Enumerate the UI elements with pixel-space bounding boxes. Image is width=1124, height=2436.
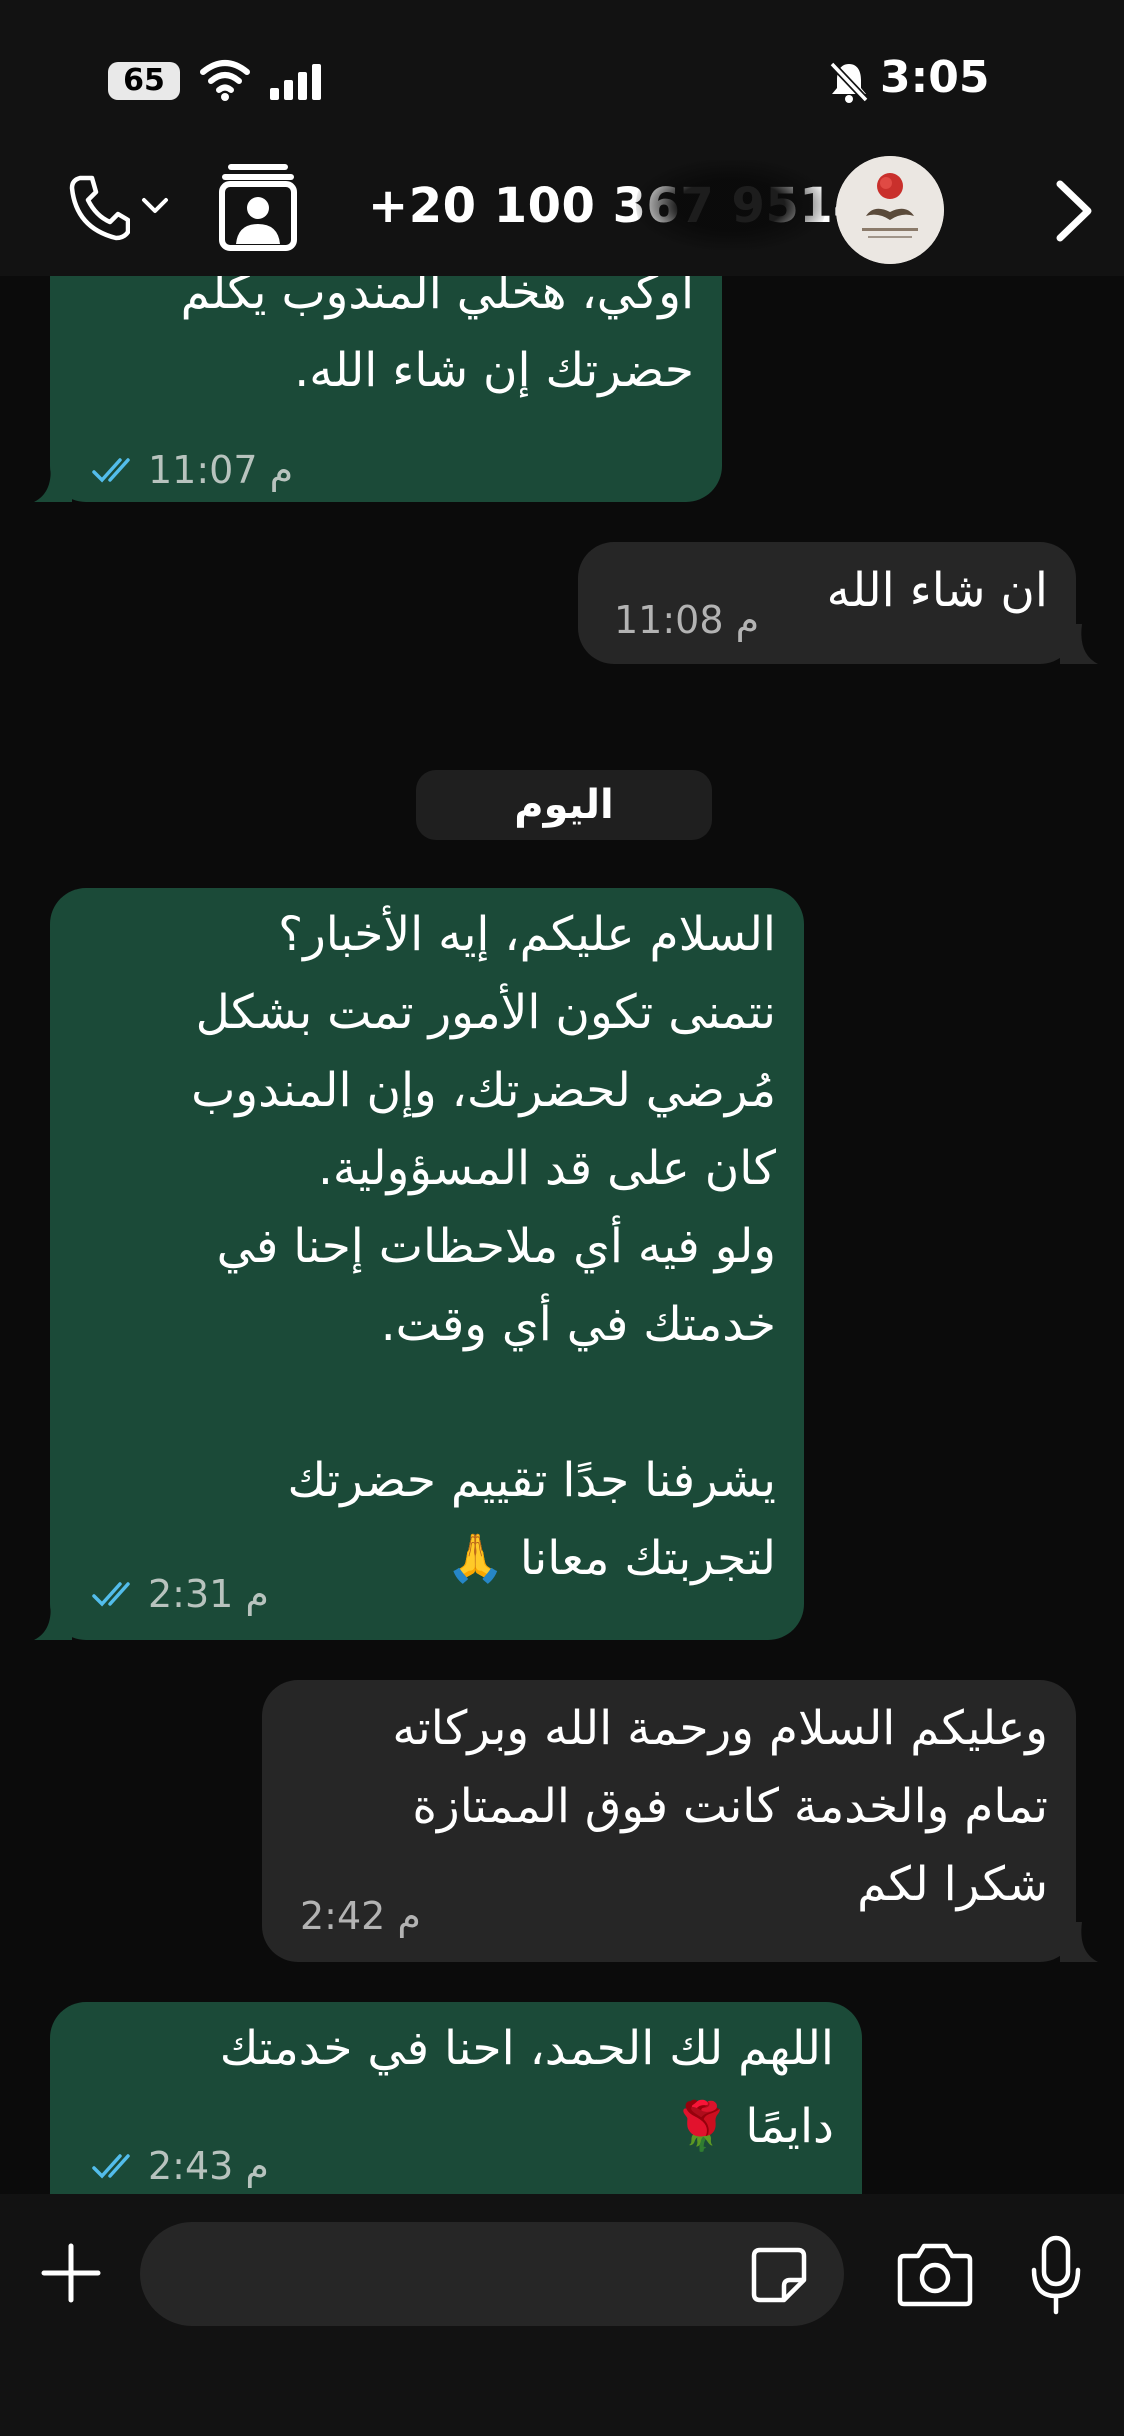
message-time: 2:42 م bbox=[300, 1894, 421, 1938]
message-text: وعليكم السلام ورحمة الله وبركاته تمام وا… bbox=[392, 1701, 1048, 1912]
signal-icon bbox=[270, 64, 321, 100]
message-composer bbox=[0, 2194, 1124, 2436]
bubble-tail bbox=[34, 1600, 72, 1640]
message-text: اللهم لك الحمد، احنا في خدمتك دايمًا 🌹 bbox=[219, 2021, 834, 2154]
read-receipt-icon bbox=[92, 458, 130, 483]
message-bubble-incoming[interactable]: السلام عليكم، إيه الأخبار؟ نتمنى تكون ال… bbox=[50, 888, 804, 1640]
redaction-blur bbox=[636, 160, 826, 250]
message-list[interactable]: أوكي، هخلي المندوب يكلم حضرتك إن شاء الل… bbox=[0, 276, 1124, 2194]
chevron-right-icon[interactable] bbox=[1050, 176, 1098, 246]
wifi-icon bbox=[200, 60, 250, 101]
message-time: 11:08 م bbox=[614, 598, 760, 642]
status-bar: 65 3:05 bbox=[0, 0, 1124, 150]
microphone-icon[interactable] bbox=[1028, 2234, 1084, 2316]
bubble-tail bbox=[1060, 1922, 1098, 1962]
clock: 3:05 bbox=[880, 52, 990, 103]
plus-icon[interactable] bbox=[36, 2238, 106, 2308]
bubble-tail bbox=[1060, 624, 1098, 664]
camera-icon[interactable] bbox=[896, 2240, 974, 2308]
contact-card-icon[interactable] bbox=[216, 158, 300, 254]
message-text: السلام عليكم، إيه الأخبار؟ نتمنى تكون ال… bbox=[191, 907, 776, 1586]
phone-icon[interactable] bbox=[66, 172, 130, 242]
message-bubble-outgoing[interactable]: ان شاء الله 11:08 م bbox=[578, 542, 1076, 664]
chat-header: +20 100 367 9514 bbox=[0, 150, 1124, 276]
sticker-icon[interactable] bbox=[750, 2246, 808, 2304]
message-bubble-incoming[interactable]: أوكي، هخلي المندوب يكلم حضرتك إن شاء الل… bbox=[50, 276, 722, 502]
bell-muted-icon bbox=[829, 61, 869, 103]
message-time: 2:31 م bbox=[148, 1572, 269, 1616]
message-text: أوكي، هخلي المندوب يكلم حضرتك إن شاء الل… bbox=[180, 276, 694, 398]
message-time: 2:43 م bbox=[148, 2144, 269, 2188]
chevron-down-icon[interactable] bbox=[138, 190, 172, 220]
battery-indicator: 65 bbox=[108, 62, 180, 100]
avatar[interactable] bbox=[836, 156, 944, 264]
message-bubble-incoming[interactable]: اللهم لك الحمد، احنا في خدمتك دايمًا 🌹 2… bbox=[50, 2002, 862, 2194]
read-receipt-icon bbox=[92, 2154, 130, 2179]
rose-logo-icon bbox=[836, 156, 944, 264]
message-bubble-outgoing[interactable]: وعليكم السلام ورحمة الله وبركاته تمام وا… bbox=[262, 1680, 1076, 1962]
bubble-tail bbox=[34, 462, 72, 502]
read-receipt-icon bbox=[92, 1582, 130, 1607]
message-time: 11:07 م bbox=[148, 448, 294, 492]
message-input[interactable] bbox=[140, 2222, 844, 2326]
day-separator: اليوم bbox=[416, 770, 712, 840]
